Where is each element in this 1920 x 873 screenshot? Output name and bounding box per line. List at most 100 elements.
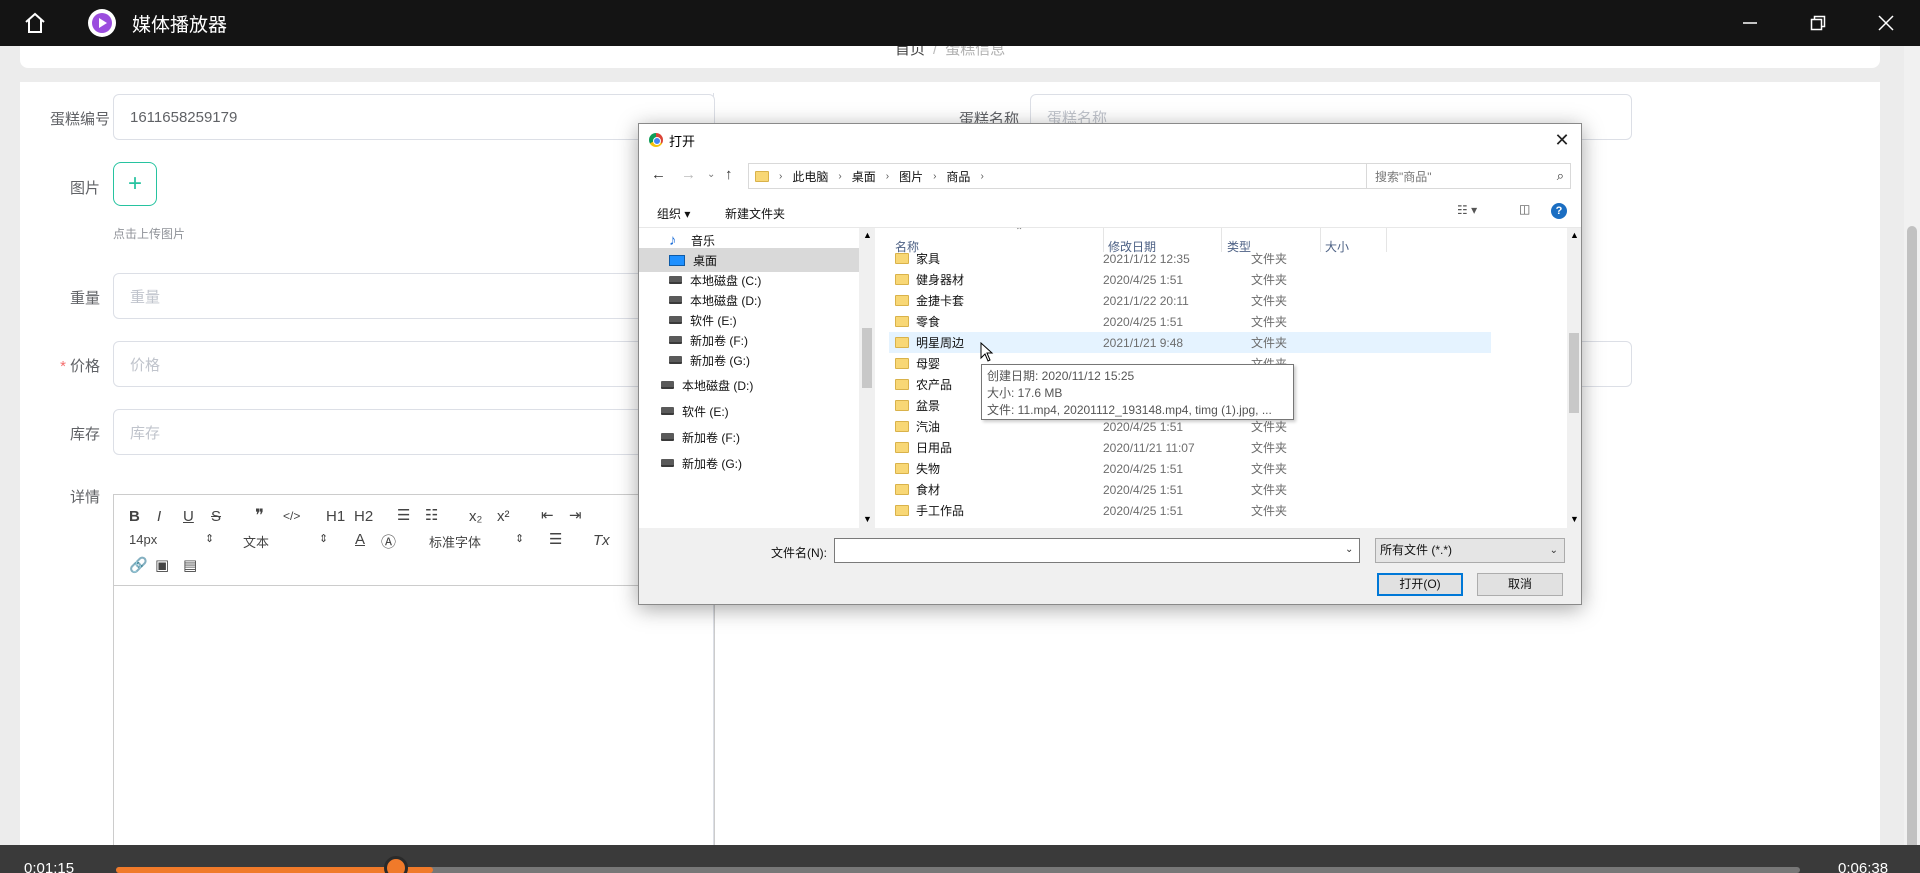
search-icon[interactable]: ⌕ <box>1557 168 1564 184</box>
cancel-button[interactable]: 取消 <box>1477 573 1563 596</box>
bullet-list-icon[interactable]: ☷ <box>425 506 438 524</box>
chevron-right-icon[interactable]: › <box>933 171 936 182</box>
scroll-down-icon[interactable]: ▼ <box>863 514 872 524</box>
clear-format-button[interactable]: Tx <box>593 532 610 549</box>
nav-item[interactable]: 新加卷 (G:) <box>639 451 859 475</box>
file-date: 2021/1/22 20:11 <box>1103 293 1189 308</box>
drive-icon <box>669 276 682 284</box>
chevron-right-icon[interactable]: › <box>886 171 889 182</box>
text-style-arrows-icon[interactable]: ⇕ <box>319 532 328 545</box>
minimize-button[interactable] <box>1716 0 1784 46</box>
search-placeholder: 搜索"商品" <box>1375 169 1432 184</box>
quote-button[interactable]: ❞ <box>255 506 264 526</box>
file-row[interactable]: 食材 2020/4/25 1:51 文件夹 <box>889 479 1491 500</box>
font-size-select[interactable]: 14px <box>129 532 157 547</box>
background-color-icon[interactable]: Ⓐ <box>381 531 396 552</box>
nav-item[interactable]: 新加卷 (G:) <box>639 348 859 372</box>
back-arrow-icon[interactable]: ← <box>651 166 666 183</box>
nav-item[interactable]: 软件 (E:) <box>639 399 859 423</box>
file-row[interactable]: 家具 2021/1/12 12:35 文件夹 <box>889 248 1491 269</box>
image-icon[interactable]: ▣ <box>155 556 169 574</box>
outdent-icon[interactable]: ⇤ <box>541 506 554 524</box>
nav-item[interactable]: 本地磁盘 (D:) <box>639 373 859 397</box>
open-button[interactable]: 打开(O) <box>1377 573 1463 596</box>
subscript-button[interactable]: x₂ <box>469 508 482 525</box>
drive-icon <box>669 296 682 304</box>
scroll-up-icon[interactable]: ▲ <box>863 230 872 240</box>
filename-dropdown-icon[interactable]: ⌄ <box>1345 544 1353 555</box>
underline-button[interactable]: U <box>183 508 194 525</box>
video-icon[interactable]: ▤ <box>183 556 197 574</box>
path-products[interactable]: 商品 <box>946 168 970 185</box>
dialog-navigation-row: ← → ⌄ ↑ › 此电脑 › 桌面 › 图片 › 商品 › ⌄ ↻ 搜索"商品… <box>639 156 1581 196</box>
link-icon[interactable]: 🔗 <box>129 556 148 574</box>
path-pictures[interactable]: 图片 <box>899 168 923 185</box>
help-icon[interactable]: ? <box>1551 203 1567 219</box>
seek-handle[interactable] <box>384 856 408 873</box>
filename-input[interactable] <box>834 538 1360 563</box>
path-desktop[interactable]: 桌面 <box>852 168 876 185</box>
page-scrollbar-thumb[interactable] <box>1907 226 1917 873</box>
chevron-right-icon[interactable]: › <box>838 171 841 182</box>
ordered-list-icon[interactable]: ☰ <box>397 506 410 524</box>
file-list-scrollbar[interactable]: ▲ ▼ <box>1567 228 1581 528</box>
file-row[interactable]: 失物 2020/4/25 1:51 文件夹 <box>889 458 1491 479</box>
file-row[interactable]: 手工作品 2020/4/25 1:51 文件夹 <box>889 500 1491 521</box>
file-row[interactable]: 健身器材 2020/4/25 1:51 文件夹 <box>889 269 1491 290</box>
address-bar[interactable]: › 此电脑 › 桌面 › 图片 › 商品 › ⌄ <box>748 163 1430 189</box>
new-folder-button[interactable]: 新建文件夹 <box>725 205 785 222</box>
view-options-icon[interactable]: ☷ ▾ <box>1457 203 1477 217</box>
preview-pane-icon[interactable]: ◫ <box>1519 202 1530 216</box>
navigation-scrollbar-thumb[interactable] <box>862 328 872 388</box>
path-this-pc[interactable]: 此电脑 <box>792 168 828 185</box>
font-color-icon[interactable]: A <box>355 531 365 548</box>
upload-plus-button[interactable]: + <box>113 162 157 206</box>
folder-icon <box>895 253 909 264</box>
strike-button[interactable]: S <box>211 508 221 525</box>
recent-locations-icon[interactable]: ⌄ <box>707 169 715 180</box>
total-time: 0:06:38 <box>1838 860 1889 873</box>
file-date: 2021/1/12 12:35 <box>1103 251 1190 266</box>
nav-item-label: 桌面 <box>693 253 718 268</box>
dialog-close-icon[interactable]: ✕ <box>1551 129 1573 151</box>
text-style-select[interactable]: 文本 <box>243 532 269 551</box>
italic-button[interactable]: I <box>157 508 161 525</box>
up-arrow-icon[interactable]: ↑ <box>725 166 733 183</box>
file-type-select[interactable]: 所有文件 (*.*) ⌄ <box>1375 538 1565 563</box>
weight-field[interactable]: 重量 <box>113 273 715 319</box>
stock-field[interactable]: 库存 <box>113 409 715 455</box>
indent-icon[interactable]: ⇥ <box>569 506 582 524</box>
price-label-text: 价格 <box>69 358 100 375</box>
close-button[interactable] <box>1852 0 1920 46</box>
nav-item[interactable]: 新加卷 (F:) <box>639 425 859 449</box>
font-family-select[interactable]: 标准字体 <box>429 532 481 551</box>
restore-button[interactable] <box>1784 0 1852 46</box>
font-size-arrows-icon[interactable]: ⇕ <box>205 532 214 545</box>
scroll-up-icon[interactable]: ▲ <box>1570 230 1579 240</box>
search-input[interactable]: 搜索"商品" ⌕ <box>1366 163 1571 189</box>
h1-button[interactable]: H1 <box>326 508 345 525</box>
file-type-dropdown-icon[interactable]: ⌄ <box>1550 539 1558 562</box>
font-family-arrows-icon[interactable]: ⇕ <box>515 532 524 545</box>
forward-arrow-icon[interactable]: → <box>681 166 696 183</box>
code-field[interactable]: 1611658259179 <box>113 94 715 140</box>
superscript-button[interactable]: x² <box>497 508 510 525</box>
code-button[interactable]: </> <box>283 509 300 523</box>
bold-button[interactable]: B <box>129 508 140 525</box>
file-row[interactable]: 日用品 2020/11/21 11:07 文件夹 <box>889 437 1491 458</box>
seek-track[interactable] <box>116 867 1800 873</box>
organize-button[interactable]: 组织 ▾ <box>657 205 690 222</box>
code-label: 蛋糕编号 <box>49 111 110 128</box>
file-row[interactable]: 零食 2020/4/25 1:51 文件夹 <box>889 311 1491 332</box>
nav-item-label: 新加卷 (F:) <box>690 333 748 348</box>
page-scrollbar[interactable] <box>1904 46 1920 873</box>
file-list-scrollbar-thumb[interactable] <box>1569 333 1579 413</box>
chevron-right-icon[interactable]: › <box>779 171 782 182</box>
navigation-scrollbar[interactable]: ▲ ▼ <box>859 228 875 528</box>
scroll-down-icon[interactable]: ▼ <box>1570 514 1579 524</box>
align-icon[interactable]: ☰ <box>549 530 562 548</box>
file-row[interactable]: 金捷卡套 2021/1/22 20:11 文件夹 <box>889 290 1491 311</box>
home-button[interactable] <box>0 0 70 46</box>
chevron-right-icon[interactable]: › <box>980 171 983 182</box>
h2-button[interactable]: H2 <box>354 508 373 525</box>
